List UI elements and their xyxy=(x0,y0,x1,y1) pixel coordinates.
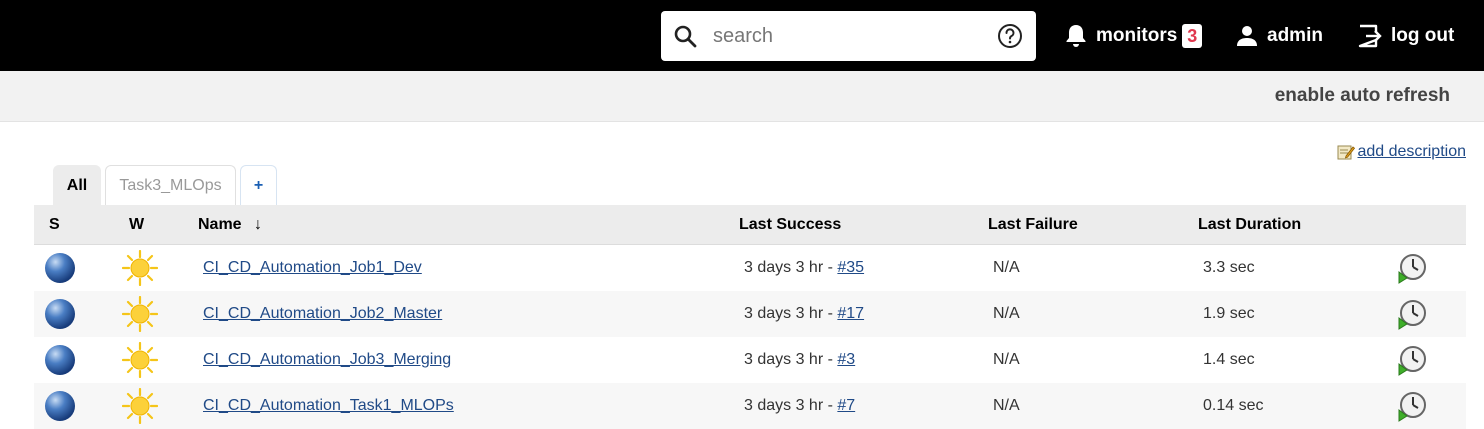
last-success-build-link[interactable]: #35 xyxy=(837,259,864,276)
blue-ball-icon[interactable] xyxy=(44,344,76,376)
job-name-link[interactable]: CI_CD_Automation_Job3_Merging xyxy=(203,351,451,368)
table-row: CI_CD_Automation_Job2_Master 3 days 3 hr… xyxy=(34,291,1466,337)
last-duration-cell: 0.14 sec xyxy=(1203,397,1264,414)
bell-icon xyxy=(1066,25,1086,47)
last-duration-cell: 1.9 sec xyxy=(1203,305,1255,322)
sun-icon[interactable] xyxy=(122,296,158,332)
monitors-label: monitors xyxy=(1096,25,1178,46)
column-last-duration[interactable]: Last Duration xyxy=(1198,216,1301,234)
column-name-label: Name xyxy=(198,216,242,233)
sort-down-icon: ↓ xyxy=(254,216,263,233)
last-duration-cell: 3.3 sec xyxy=(1203,259,1255,276)
schedule-build-icon[interactable] xyxy=(1396,344,1428,376)
monitors-link[interactable]: monitors 3 xyxy=(1064,20,1203,52)
logout-link[interactable]: log out xyxy=(1357,20,1454,52)
help-icon[interactable] xyxy=(997,23,1023,49)
tab-all-label: All xyxy=(66,177,88,194)
sun-icon[interactable] xyxy=(122,388,158,424)
logout-label: log out xyxy=(1391,25,1455,46)
search-icon xyxy=(674,25,697,48)
sun-icon[interactable] xyxy=(122,250,158,286)
tab-task3-mlops-label: Task3_MLOps xyxy=(119,177,222,194)
add-view-tab[interactable]: + xyxy=(240,165,277,206)
edit-description-icon xyxy=(1337,145,1356,160)
last-success-build-link[interactable]: #17 xyxy=(837,305,864,322)
last-success-time: 3 days 3 hr - xyxy=(744,351,838,368)
column-name[interactable]: Name ↓ xyxy=(198,216,262,234)
tab-all[interactable]: All xyxy=(53,165,101,206)
last-success-time: 3 days 3 hr - xyxy=(744,305,838,322)
last-failure-cell: N/A xyxy=(993,305,1020,322)
last-duration-cell: 1.4 sec xyxy=(1203,351,1255,368)
last-failure-cell: N/A xyxy=(993,259,1020,276)
column-last-success[interactable]: Last Success xyxy=(739,216,841,234)
column-status[interactable]: S xyxy=(49,216,60,234)
enable-auto-refresh-link[interactable]: enable auto refresh xyxy=(1275,85,1450,107)
job-name-cell: CI_CD_Automation_Job3_Merging xyxy=(203,351,451,369)
tab-task3-mlops[interactable]: Task3_MLOps xyxy=(105,165,236,206)
table-row: CI_CD_Automation_Job1_Dev 3 days 3 hr - … xyxy=(34,245,1466,291)
column-last-failure[interactable]: Last Failure xyxy=(988,216,1078,234)
schedule-build-icon[interactable] xyxy=(1396,298,1428,330)
table-row: CI_CD_Automation_Job3_Merging 3 days 3 h… xyxy=(34,337,1466,383)
top-header: monitors 3 admin log out xyxy=(0,0,1484,71)
sun-icon[interactable] xyxy=(122,342,158,378)
last-success-cell: 3 days 3 hr - #35 xyxy=(744,259,864,277)
user-icon xyxy=(1237,26,1257,46)
job-name-cell: CI_CD_Automation_Job2_Master xyxy=(203,305,442,323)
user-label: admin xyxy=(1267,25,1323,46)
add-view-label: + xyxy=(253,177,264,194)
last-success-cell: 3 days 3 hr - #7 xyxy=(744,397,855,415)
job-table-header: S W Name ↓ Last Success Last Failure Las… xyxy=(34,205,1466,245)
last-failure-cell: N/A xyxy=(993,351,1020,368)
job-name-link[interactable]: CI_CD_Automation_Job1_Dev xyxy=(203,259,422,276)
job-name-cell: CI_CD_Automation_Job1_Dev xyxy=(203,259,422,277)
last-success-time: 3 days 3 hr - xyxy=(744,397,838,414)
last-success-cell: 3 days 3 hr - #17 xyxy=(744,305,864,323)
logout-icon xyxy=(1358,24,1382,48)
last-success-build-link[interactable]: #7 xyxy=(837,397,855,414)
last-success-build-link[interactable]: #3 xyxy=(837,351,855,368)
schedule-build-icon[interactable] xyxy=(1396,390,1428,422)
blue-ball-icon[interactable] xyxy=(44,390,76,422)
search-input[interactable] xyxy=(711,21,981,51)
job-name-link[interactable]: CI_CD_Automation_Job2_Master xyxy=(203,305,442,322)
last-success-cell: 3 days 3 hr - #3 xyxy=(744,351,855,369)
column-weather[interactable]: W xyxy=(129,216,144,234)
last-failure-cell: N/A xyxy=(993,397,1020,414)
job-name-link[interactable]: CI_CD_Automation_Task1_MLOPs xyxy=(203,397,454,414)
table-row: CI_CD_Automation_Task1_MLOPs 3 days 3 hr… xyxy=(34,383,1466,429)
monitors-count-badge: 3 xyxy=(1182,24,1203,48)
blue-ball-icon[interactable] xyxy=(44,252,76,284)
add-description-link[interactable]: add description xyxy=(1337,143,1466,161)
user-link[interactable]: admin xyxy=(1235,20,1323,52)
blue-ball-icon[interactable] xyxy=(44,298,76,330)
last-success-time: 3 days 3 hr - xyxy=(744,259,838,276)
schedule-build-icon[interactable] xyxy=(1396,252,1428,284)
add-description-label[interactable]: add description xyxy=(1357,143,1466,161)
sub-toolbar: enable auto refresh xyxy=(0,71,1484,122)
search-box[interactable] xyxy=(661,11,1036,61)
job-name-cell: CI_CD_Automation_Task1_MLOPs xyxy=(203,397,454,415)
